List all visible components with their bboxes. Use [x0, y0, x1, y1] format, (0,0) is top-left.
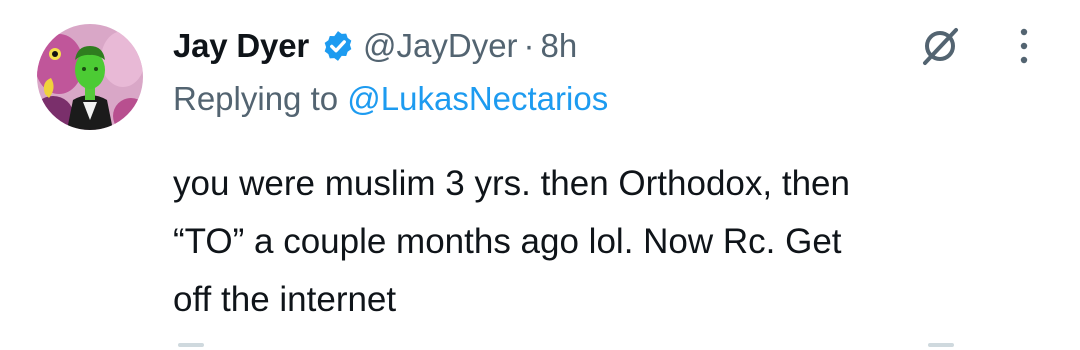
tweet-header: Jay Dyer @JayDyer · 8h — [173, 24, 577, 68]
replying-to: Replying to @LukasNectarios — [173, 80, 608, 118]
action-bar-edge-right — [928, 343, 954, 347]
avatar-image — [37, 24, 143, 130]
verified-badge-icon[interactable] — [321, 29, 355, 63]
display-name[interactable]: Jay Dyer — [173, 27, 309, 65]
avatar[interactable] — [37, 24, 143, 130]
grok-icon — [923, 28, 958, 65]
tweet[interactable]: Jay Dyer @JayDyer · 8h Replying to @Luka… — [0, 0, 1080, 350]
tweet-text: you were muslim 3 yrs. then Orthodox, th… — [173, 164, 850, 319]
replying-to-label: Replying to — [173, 80, 348, 117]
more-options-icon — [1020, 28, 1028, 64]
mention-link[interactable]: @LukasNectarios — [347, 80, 608, 117]
more-options-button[interactable] — [1006, 22, 1042, 70]
user-handle[interactable]: @JayDyer — [363, 27, 518, 65]
separator-dot: · — [523, 27, 535, 64]
grok-button[interactable] — [916, 22, 964, 70]
action-bar-edge-left — [178, 343, 204, 347]
timestamp[interactable]: 8h — [541, 27, 578, 65]
